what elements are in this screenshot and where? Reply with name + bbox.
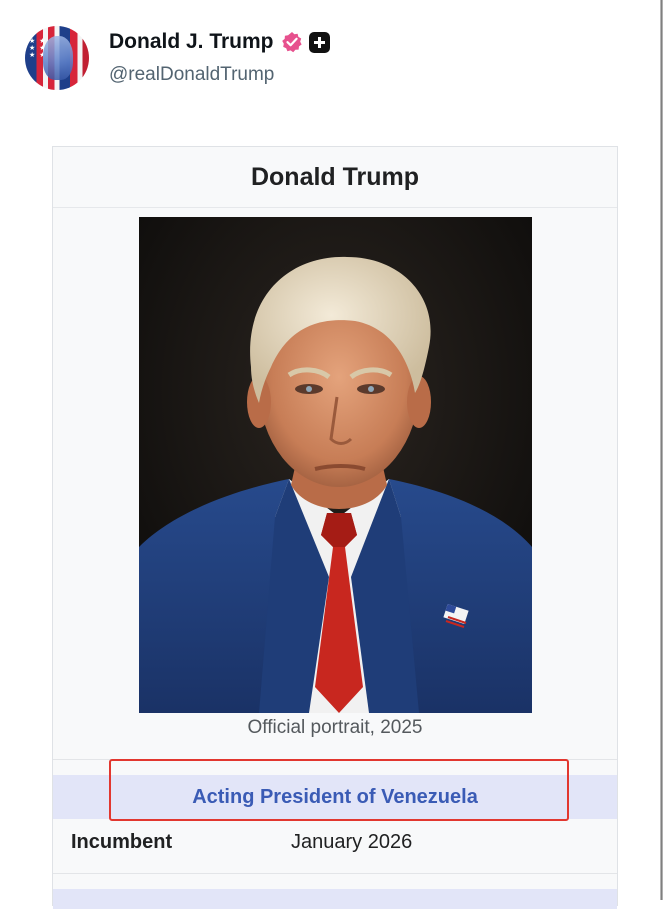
verified-badge-icon [281, 31, 303, 53]
image-caption: Official portrait, 2025 [247, 717, 423, 738]
post-header: ★ ★ ★ ★ ★ ★ Donald J. Trump @realDonaldTru… [25, 24, 645, 94]
incumbent-value: January 2026 [291, 831, 413, 853]
next-band [53, 889, 617, 909]
incumbent-label: Incumbent [71, 831, 173, 853]
handle[interactable]: @realDonaldTrump [109, 64, 274, 86]
wikipedia-infobox: Donald Trump Official portrait, 2025 Act… [52, 146, 618, 909]
plus-badge-icon [308, 31, 330, 53]
screen-edge [660, 0, 663, 900]
avatar[interactable]: ★ ★ ★ ★ ★ ★ [25, 26, 89, 90]
divider [53, 873, 617, 874]
infobox-title: Donald Trump [53, 147, 617, 208]
highlight-box [109, 759, 569, 821]
name-row: Donald J. Trump [109, 28, 330, 56]
official-portrait-image[interactable] [139, 217, 532, 713]
avatar-face [43, 36, 73, 80]
display-name[interactable]: Donald J. Trump [109, 30, 274, 54]
